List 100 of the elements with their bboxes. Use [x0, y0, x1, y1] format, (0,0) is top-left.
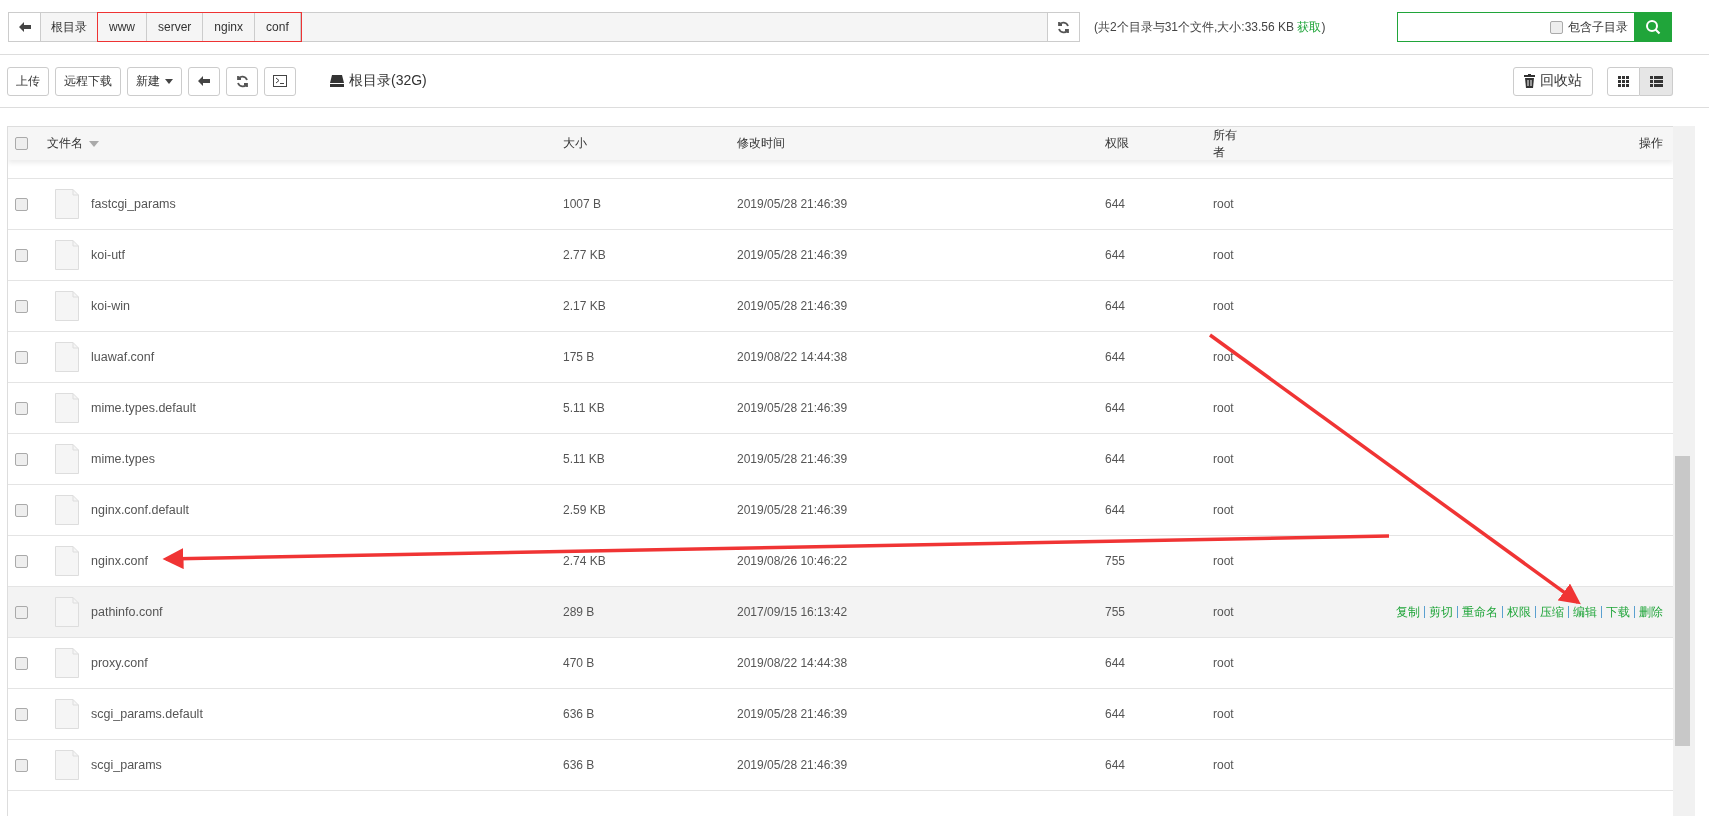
file-name[interactable]: scgi_params.default	[91, 707, 203, 721]
file-name[interactable]: nginx.conf	[91, 554, 148, 568]
checkbox[interactable]	[15, 452, 28, 466]
file-name[interactable]: mime.types	[91, 452, 155, 466]
permission: 755	[1105, 605, 1127, 619]
table-row[interactable]: pathinfo.conf 289 B 2017/09/15 16:13:42 755 root 复制 剪切 重命名 权限 压缩 编辑 下载 删除	[8, 587, 1673, 638]
file-size: 5.11 KB	[563, 452, 606, 466]
table-row[interactable]: nginx.conf.default 2.59 KB 2019/05/28 21:46:39 644 root	[8, 485, 1673, 536]
modified-time: 2019/05/28 21:46:39	[737, 452, 849, 466]
grid-icon	[1618, 75, 1629, 87]
column-header: 所有者	[1213, 127, 1237, 159]
modified-time: 2019/05/28 21:46:39	[737, 299, 849, 313]
file-size: 470 B	[563, 656, 596, 670]
file-name[interactable]: scgi_params	[91, 758, 162, 772]
checkbox[interactable]	[15, 758, 28, 772]
permission: 644	[1105, 656, 1127, 670]
permission: 644	[1105, 452, 1127, 466]
file-size: 636 B	[563, 758, 596, 772]
file-name[interactable]: luawaf.conf	[91, 350, 155, 364]
file-name[interactable]: koi-win	[91, 299, 130, 313]
summary-text: (共2个目录与31个文件,大小:33.56 KB 获取)	[1094, 18, 1326, 36]
owner: root	[1213, 554, 1235, 568]
file-name[interactable]: mime.types.default	[91, 401, 196, 415]
file-name[interactable]: koi-utf	[91, 248, 126, 262]
modified-time: 2019/05/28 21:46:39	[737, 707, 849, 721]
file-size: 2.77 KB	[563, 248, 607, 262]
table-row[interactable]: luawaf.conf 175 B 2019/08/22 14:44:38 644 root	[8, 332, 1673, 383]
refresh-button[interactable]	[1047, 13, 1079, 41]
refresh-button[interactable]	[226, 66, 258, 96]
list-view-button[interactable]	[1640, 66, 1673, 96]
recycle-bin-button[interactable]: 回收站	[1513, 66, 1593, 96]
owner: root	[1213, 401, 1235, 415]
permission: 755	[1105, 554, 1127, 568]
table-row[interactable]: mime.types.default 5.11 KB 2019/05/28 21:46:39 644 root	[8, 383, 1673, 434]
file-icon	[55, 291, 79, 321]
file-size: 1007 B	[563, 197, 603, 211]
owner: root	[1213, 350, 1235, 364]
permission: 644	[1105, 350, 1127, 364]
checkbox[interactable]	[15, 350, 28, 364]
breadcrumb-item[interactable]: server	[147, 13, 204, 41]
table-row[interactable]: scgi_params 636 B 2019/05/28 21:46:39 644 root	[8, 740, 1673, 791]
back-button[interactable]	[9, 13, 41, 41]
terminal-button[interactable]	[264, 66, 296, 96]
grid-view-button[interactable]	[1607, 66, 1640, 96]
checkbox[interactable]	[15, 503, 28, 517]
select-all-checkbox[interactable]	[15, 137, 28, 150]
file-icon	[55, 393, 79, 423]
search-field[interactable]: 包含子目录	[1397, 12, 1634, 42]
caret-icon	[165, 78, 173, 84]
arrow-left-icon	[198, 76, 210, 86]
permission: 644	[1105, 299, 1127, 313]
modified-time: 2019/05/28 21:46:39	[737, 248, 849, 262]
disk-label[interactable]: 根目录(32G)	[349, 72, 427, 90]
file-icon	[55, 495, 79, 525]
checkbox[interactable]	[15, 248, 28, 262]
table-row[interactable]: koi-utf 2.77 KB 2019/05/28 21:46:39 644 root	[8, 230, 1673, 281]
file-icon	[55, 699, 79, 729]
remote-download-button[interactable]: 远程下载	[55, 66, 121, 96]
file-icon	[55, 546, 79, 576]
file-name[interactable]: fastcgi_params	[91, 197, 176, 211]
new-button[interactable]: 新建	[127, 66, 182, 96]
file-icon	[55, 648, 79, 678]
checkbox[interactable]	[15, 656, 28, 670]
file-name[interactable]: proxy.conf	[91, 656, 148, 670]
checkbox[interactable]	[15, 401, 28, 415]
file-icon	[55, 597, 79, 627]
breadcrumb-item[interactable]: nginx	[203, 13, 256, 41]
modified-time: 2019/08/22 14:44:38	[737, 350, 849, 364]
terminal-icon	[273, 75, 287, 87]
back-button[interactable]	[188, 66, 220, 96]
modified-time: 2019/08/26 10:46:22	[737, 554, 849, 568]
file-name[interactable]: pathinfo.conf	[91, 605, 163, 619]
owner: root	[1213, 503, 1235, 517]
breadcrumb-item[interactable]: www	[98, 13, 147, 41]
file-icon	[55, 342, 79, 372]
checkbox[interactable]	[15, 605, 28, 619]
scrollbar[interactable]	[1673, 126, 1695, 816]
checkbox[interactable]	[15, 299, 28, 313]
file-size: 636 B	[563, 707, 596, 721]
checkbox[interactable]	[15, 197, 28, 211]
checkbox[interactable]	[15, 707, 28, 721]
table-row[interactable]: scgi_params.default 636 B 2019/05/28 21:46:39 644 root	[8, 689, 1673, 740]
checkbox-label: 包含子目录	[1568, 18, 1628, 36]
checkbox[interactable]	[15, 554, 28, 568]
table-row[interactable]: mime.types 5.11 KB 2019/05/28 21:46:39 644 root	[8, 434, 1673, 485]
permission: 644	[1105, 503, 1127, 517]
file-icon	[55, 240, 79, 270]
column-header[interactable]: 文件名	[47, 135, 83, 152]
breadcrumb-item[interactable]: 根目录	[41, 13, 98, 41]
list-icon	[1649, 75, 1663, 87]
table-row[interactable]: fastcgi_params 1007 B 2019/05/28 21:46:39 644 root	[8, 179, 1673, 230]
upload-button[interactable]: 上传	[7, 66, 49, 96]
search-button[interactable]	[1634, 12, 1672, 42]
checkbox[interactable]	[1550, 20, 1563, 34]
breadcrumb-item[interactable]: conf	[255, 13, 301, 41]
table-row[interactable]: koi-win 2.17 KB 2019/05/28 21:46:39 644 root	[8, 281, 1673, 332]
search-icon	[1645, 19, 1661, 35]
scrollbar-thumb[interactable]	[1675, 456, 1690, 746]
file-name[interactable]: nginx.conf.default	[91, 503, 189, 517]
table-row[interactable]: proxy.conf 470 B 2019/08/22 14:44:38 644 root	[8, 638, 1673, 689]
